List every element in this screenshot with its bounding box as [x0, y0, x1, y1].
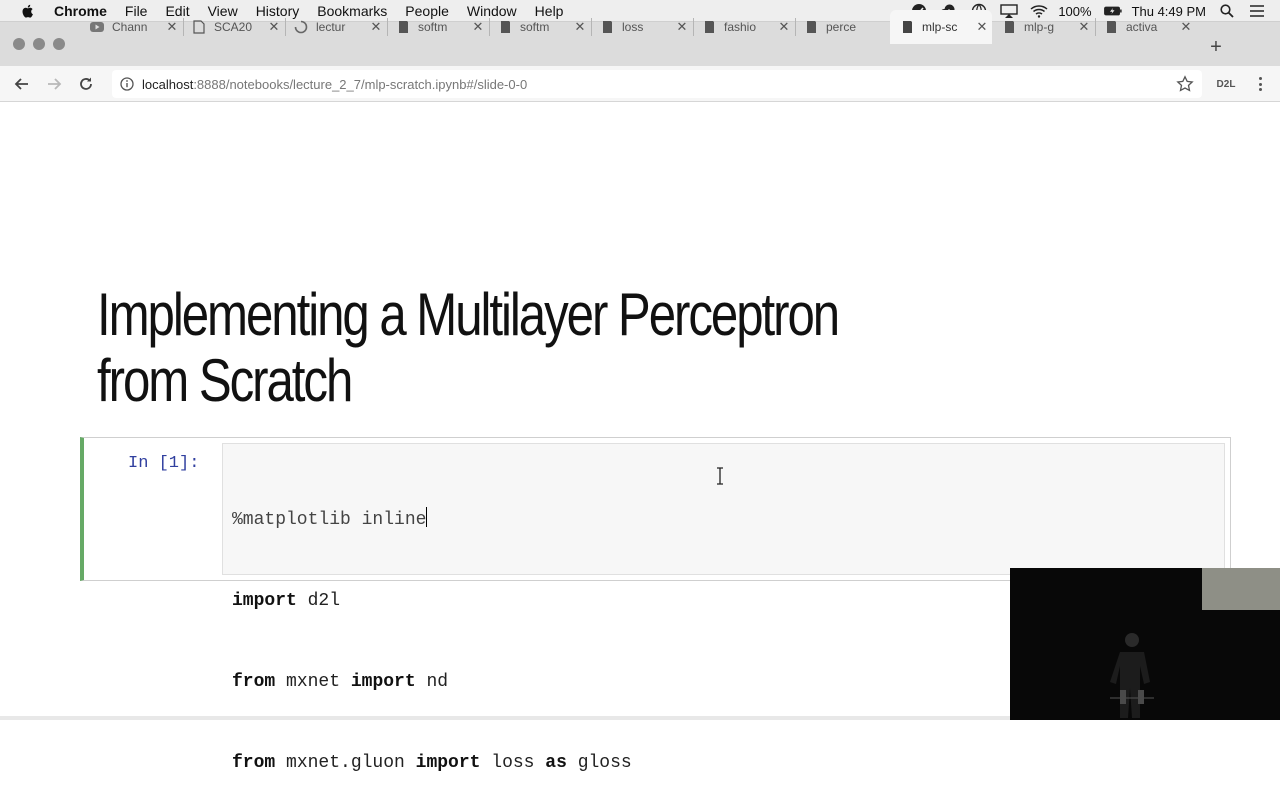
forward-arrow-icon[interactable] — [44, 74, 64, 94]
tab-close-icon[interactable]: ✕ — [778, 20, 790, 33]
tab-title: loss — [622, 20, 644, 34]
info-icon[interactable] — [120, 77, 134, 91]
tab-title: fashio — [724, 20, 757, 34]
notebook-icon — [498, 20, 512, 34]
code-line-2: import d2l — [232, 588, 632, 615]
ibeam-cursor-icon — [717, 467, 723, 485]
notebook-icon — [600, 20, 614, 34]
tab-lecture[interactable]: lectur ✕ — [284, 10, 388, 44]
more-menu-icon[interactable] — [1254, 74, 1266, 94]
tab-activation[interactable]: activa ✕ — [1094, 10, 1196, 44]
bookmark-star-icon[interactable] — [1176, 75, 1194, 93]
code-keyword: as — [545, 753, 567, 773]
reload-icon[interactable] — [76, 74, 96, 94]
slide-title: Implementing a Multilayer Perceptron fro… — [97, 282, 999, 414]
tab-softmax-2[interactable]: softm ✕ — [488, 10, 592, 44]
notebook-icon — [396, 20, 410, 34]
tab-title: perce — [826, 20, 857, 34]
presenter-silhouette — [1110, 633, 1154, 718]
notebook-icon — [804, 20, 818, 34]
window-minimize-button[interactable] — [33, 38, 45, 50]
tab-title: lectur — [316, 20, 346, 34]
tab-title: softm — [520, 20, 550, 34]
loading-spinner-icon — [294, 20, 308, 34]
notebook-icon — [1002, 20, 1016, 34]
spotlight-search-icon[interactable] — [1218, 3, 1236, 19]
window-controls — [13, 38, 73, 50]
url-text[interactable]: localhost:8888/notebooks/lecture_2_7/mlp… — [142, 77, 527, 92]
slide-title-line-1: Implementing a Multilayer Perceptron — [97, 281, 840, 348]
code-keyword: import — [232, 591, 297, 611]
tab-title: SCA20 — [214, 20, 253, 34]
tab-channel[interactable]: Chann ✕ — [80, 10, 184, 44]
cell-prompt: In [1]: — [128, 454, 200, 473]
tab-loss[interactable]: loss ✕ — [590, 10, 694, 44]
tab-close-icon[interactable]: ✕ — [268, 20, 280, 33]
tab-close-icon[interactable]: ✕ — [472, 20, 484, 33]
tab-title: activa — [1126, 20, 1158, 34]
notebook-icon — [1104, 20, 1118, 34]
code-keyword: import — [350, 672, 416, 692]
code-token: nd — [415, 672, 449, 692]
code-keyword: import — [415, 753, 481, 773]
code-token: gloss — [566, 753, 632, 773]
notebook-icon — [900, 20, 914, 34]
webcam-background-light — [1202, 568, 1280, 610]
code-keyword: from — [232, 753, 276, 773]
url-host: localhost — [142, 76, 194, 92]
code-line-1: %matplotlib inline — [232, 507, 632, 534]
code-token: mxnet — [275, 672, 351, 692]
code-token: loss — [480, 753, 546, 773]
text-caret — [426, 507, 428, 527]
code-magic: %matplotlib inline — [232, 510, 427, 530]
tab-title: softm — [418, 20, 448, 34]
tab-title: Chann — [112, 20, 148, 34]
tab-title: mlp-sc — [922, 20, 958, 34]
document-icon — [192, 20, 206, 34]
tab-mlp-gluon[interactable]: mlp-g ✕ — [992, 10, 1096, 44]
tab-mlp-scratch[interactable]: mlp-sc ✕ — [890, 10, 992, 44]
code-token: mxnet.gluon — [275, 753, 416, 773]
code-keyword: from — [232, 672, 276, 692]
window-close-button[interactable] — [13, 38, 25, 50]
browser-toolbar: localhost:8888/notebooks/lecture_2_7/mlp… — [0, 66, 1280, 102]
tab-close-icon[interactable]: ✕ — [166, 20, 178, 33]
tab-sca20[interactable]: SCA20 ✕ — [182, 10, 286, 44]
tab-softmax-1[interactable]: softm ✕ — [386, 10, 490, 44]
youtube-icon — [90, 20, 104, 34]
code-text[interactable]: %matplotlib inline import d2l from mxnet… — [232, 453, 632, 804]
back-arrow-icon[interactable] — [12, 74, 32, 94]
tab-perceptron[interactable]: perce — [794, 10, 890, 44]
code-line-4: from mxnet.gluon import loss as gloss — [232, 750, 632, 777]
tab-close-icon[interactable]: ✕ — [370, 20, 382, 33]
tab-close-icon[interactable]: ✕ — [574, 20, 586, 33]
tab-close-icon[interactable]: ✕ — [1180, 20, 1192, 33]
code-line-3: from mxnet import nd — [232, 669, 632, 696]
d2l-extension-button[interactable]: D2L — [1212, 74, 1240, 94]
new-tab-plus-icon[interactable]: + — [1207, 37, 1225, 57]
page-bottom-edge — [0, 716, 1010, 720]
notebook-icon — [702, 20, 716, 34]
webcam-overlay — [1010, 568, 1280, 720]
window-zoom-button[interactable] — [53, 38, 65, 50]
address-bar[interactable]: localhost:8888/notebooks/lecture_2_7/mlp… — [112, 70, 1202, 98]
apple-icon[interactable] — [20, 3, 36, 19]
tab-close-icon[interactable]: ✕ — [976, 20, 988, 33]
tab-title: mlp-g — [1024, 20, 1055, 34]
tab-close-icon[interactable]: ✕ — [676, 20, 688, 33]
url-path: :8888/notebooks/lecture_2_7/mlp-scratch.… — [193, 76, 528, 92]
tab-close-icon[interactable]: ✕ — [1078, 20, 1090, 33]
notification-center-icon[interactable] — [1248, 3, 1266, 19]
tab-fashion[interactable]: fashio ✕ — [692, 10, 796, 44]
code-token: d2l — [296, 591, 341, 611]
slide-title-line-2: from Scratch — [97, 347, 353, 414]
